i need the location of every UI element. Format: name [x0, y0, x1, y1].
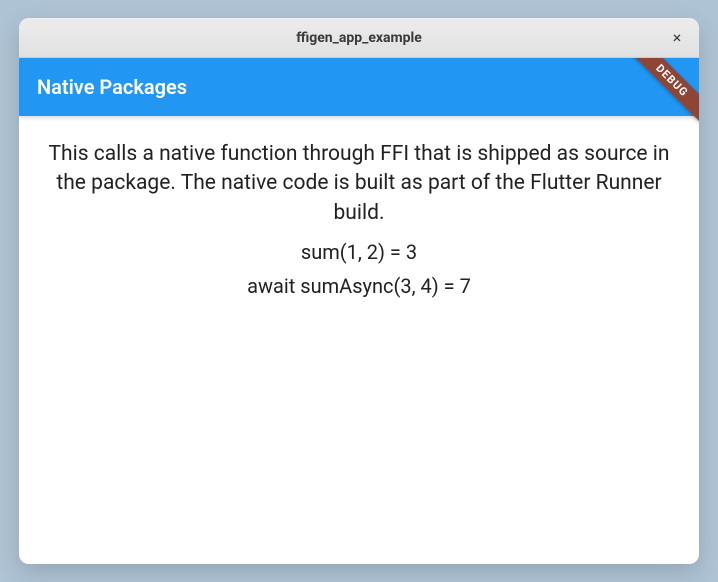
app-window: ffigen_app_example × Native Packages DEB…	[19, 18, 699, 564]
main-content: This calls a native function through FFI…	[19, 116, 699, 564]
window-title: ffigen_app_example	[296, 30, 422, 46]
close-icon: ×	[673, 30, 682, 46]
sum-result-text: sum(1, 2) = 3	[37, 240, 681, 264]
window-close-button[interactable]: ×	[667, 28, 687, 48]
window-titlebar[interactable]: ffigen_app_example ×	[19, 18, 699, 58]
debug-ribbon-label: DEBUG	[626, 58, 699, 126]
sum-async-result-text: await sumAsync(3, 4) = 7	[37, 274, 681, 298]
description-text: This calls a native function through FFI…	[37, 140, 681, 228]
app-bar: Native Packages DEBUG	[19, 58, 699, 116]
appbar-title: Native Packages	[37, 75, 187, 99]
